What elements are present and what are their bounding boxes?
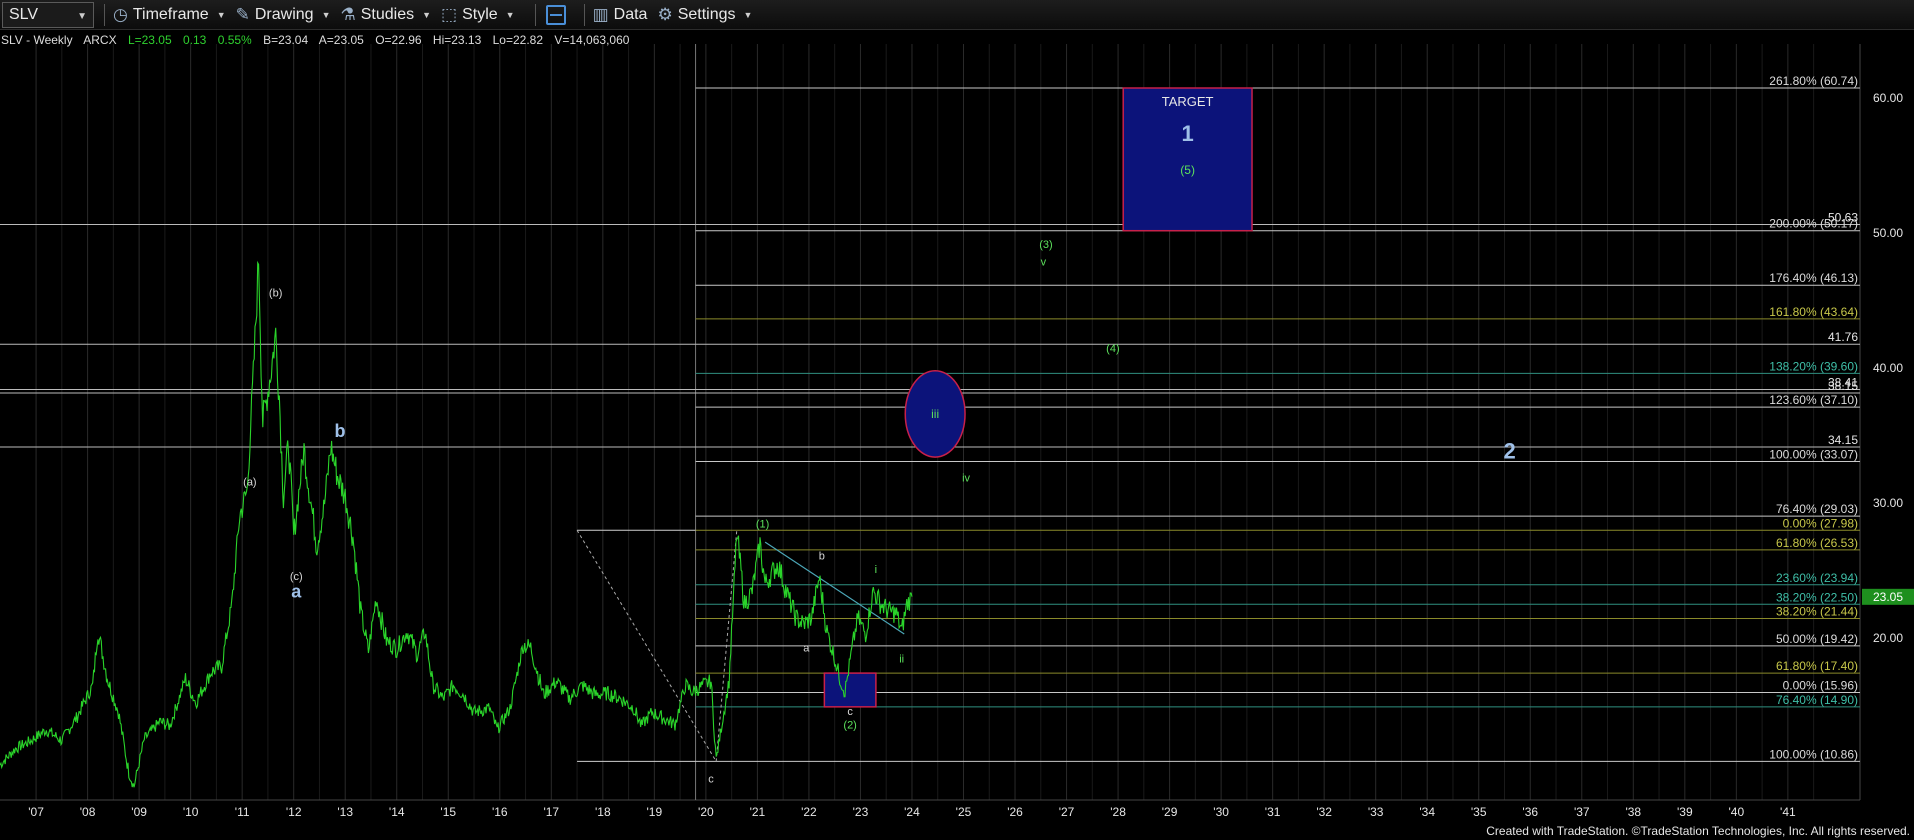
fib-level-label: 76.40% (29.03) xyxy=(1776,502,1858,516)
horizontal-line-label: 41.76 xyxy=(1828,330,1858,344)
target-box-subwave: (5) xyxy=(1180,163,1195,177)
target-box-wave: 1 xyxy=(1181,121,1193,146)
fib-level-label: 161.80% (43.64) xyxy=(1769,305,1858,319)
x-tick-label: '33 xyxy=(1368,805,1384,819)
x-tick-label: '08 xyxy=(80,805,96,819)
y-tick-label: 50.00 xyxy=(1873,226,1903,240)
fib-level-label: 23.60% (23.94) xyxy=(1776,571,1858,585)
wave-label: (b) xyxy=(269,287,282,299)
x-tick-label: '26 xyxy=(1007,805,1023,819)
fib-level-label: 38.20% (22.50) xyxy=(1776,590,1858,604)
fib-level-label: 61.80% (17.40) xyxy=(1776,659,1858,673)
wave-label: i xyxy=(875,564,877,576)
last-price-label: 23.05 xyxy=(1873,590,1903,604)
fib-level-label: 0.00% (27.98) xyxy=(1783,516,1858,530)
x-tick-label: '14 xyxy=(389,805,405,819)
x-tick-label: '32 xyxy=(1316,805,1332,819)
x-tick-label: '21 xyxy=(750,805,766,819)
x-tick-label: '13 xyxy=(337,805,353,819)
fib-level-label: 261.80% (60.74) xyxy=(1769,74,1858,88)
price-series-line xyxy=(0,260,913,788)
fib-level-label: 50.00% (19.42) xyxy=(1776,632,1858,646)
fib-level-label: 123.60% (37.10) xyxy=(1769,393,1858,407)
fib-level-label: 138.20% (39.60) xyxy=(1769,359,1858,373)
x-tick-label: '27 xyxy=(1059,805,1075,819)
x-tick-label: '30 xyxy=(1213,805,1229,819)
x-tick-label: '35 xyxy=(1471,805,1487,819)
x-tick-label: '09 xyxy=(131,805,147,819)
wave-label: b xyxy=(819,551,825,563)
fib-level-label: 38.20% (21.44) xyxy=(1776,605,1858,619)
x-tick-label: '25 xyxy=(956,805,972,819)
wave-label: v xyxy=(1041,256,1047,268)
x-tick-label: '17 xyxy=(543,805,559,819)
wave-label: 2 xyxy=(1504,438,1516,463)
x-tick-label: '41 xyxy=(1780,805,1796,819)
fib-level-label: 61.80% (26.53) xyxy=(1776,536,1858,550)
x-tick-label: '23 xyxy=(853,805,869,819)
x-tick-label: '15 xyxy=(440,805,456,819)
x-tick-label: '11 xyxy=(235,805,250,819)
x-tick-label: '38 xyxy=(1625,805,1641,819)
x-tick-label: '16 xyxy=(492,805,508,819)
x-tick-label: '39 xyxy=(1677,805,1693,819)
x-tick-label: '28 xyxy=(1110,805,1126,819)
x-tick-label: '29 xyxy=(1162,805,1178,819)
wave-label: c xyxy=(847,706,853,718)
wave-label: (3) xyxy=(1039,239,1052,251)
fib-level-label: 76.40% (14.90) xyxy=(1776,693,1858,707)
fib-level-label: 100.00% (33.07) xyxy=(1769,448,1858,462)
price-chart[interactable]: '07 '08 '09 '10 '11 '12 '13 '14 '15 '16 '17 '18 '19 '… xyxy=(0,0,1914,840)
wave-label: iv xyxy=(962,472,970,484)
y-tick-label: 20.00 xyxy=(1873,631,1903,645)
fib-level-label: 0.00% (15.96) xyxy=(1783,679,1858,693)
y-tick-label: 60.00 xyxy=(1873,91,1903,105)
x-tick-label: '40 xyxy=(1729,805,1745,819)
wave-label: (2) xyxy=(843,719,856,731)
x-tick-label: '34 xyxy=(1419,805,1435,819)
support-box xyxy=(823,672,877,708)
fib-level-label: 200.00% (50.17) xyxy=(1769,217,1858,231)
wave-label: (a) xyxy=(243,476,256,488)
x-tick-label: '36 xyxy=(1522,805,1538,819)
target-box-label: TARGET xyxy=(1162,94,1214,109)
x-tick-label: '24 xyxy=(904,805,920,819)
x-tick-label: '22 xyxy=(801,805,817,819)
wave-label: ii xyxy=(899,653,904,665)
x-tick-label: '12 xyxy=(286,805,302,819)
footer-credit: Created with TradeStation. ©TradeStation… xyxy=(1486,824,1910,838)
y-tick-label: 40.00 xyxy=(1873,361,1903,375)
wave-label: c xyxy=(708,773,714,785)
wave-label: b xyxy=(335,421,346,441)
x-tick-label: '10 xyxy=(183,805,199,819)
x-tick-label: '37 xyxy=(1574,805,1590,819)
fib-level-label: 100.00% (10.86) xyxy=(1769,747,1858,761)
ellipse-label: iii xyxy=(931,407,939,421)
wave-label: (4) xyxy=(1106,343,1119,355)
wave-label: a xyxy=(291,582,302,602)
fib-level-label: 176.40% (46.13) xyxy=(1769,271,1858,285)
x-tick-label: '19 xyxy=(647,805,663,819)
wave-label: (1) xyxy=(756,518,769,530)
horizontal-line-label: 38.15 xyxy=(1828,379,1858,393)
x-tick-label: '18 xyxy=(595,805,611,819)
x-tick-label: '07 xyxy=(28,805,44,819)
horizontal-line-label: 34.15 xyxy=(1828,433,1858,447)
x-tick-label: '20 xyxy=(698,805,714,819)
y-tick-label: 30.00 xyxy=(1873,496,1903,510)
wave-label: a xyxy=(803,643,810,655)
x-tick-label: '31 xyxy=(1265,805,1281,819)
target-box xyxy=(1122,87,1253,232)
